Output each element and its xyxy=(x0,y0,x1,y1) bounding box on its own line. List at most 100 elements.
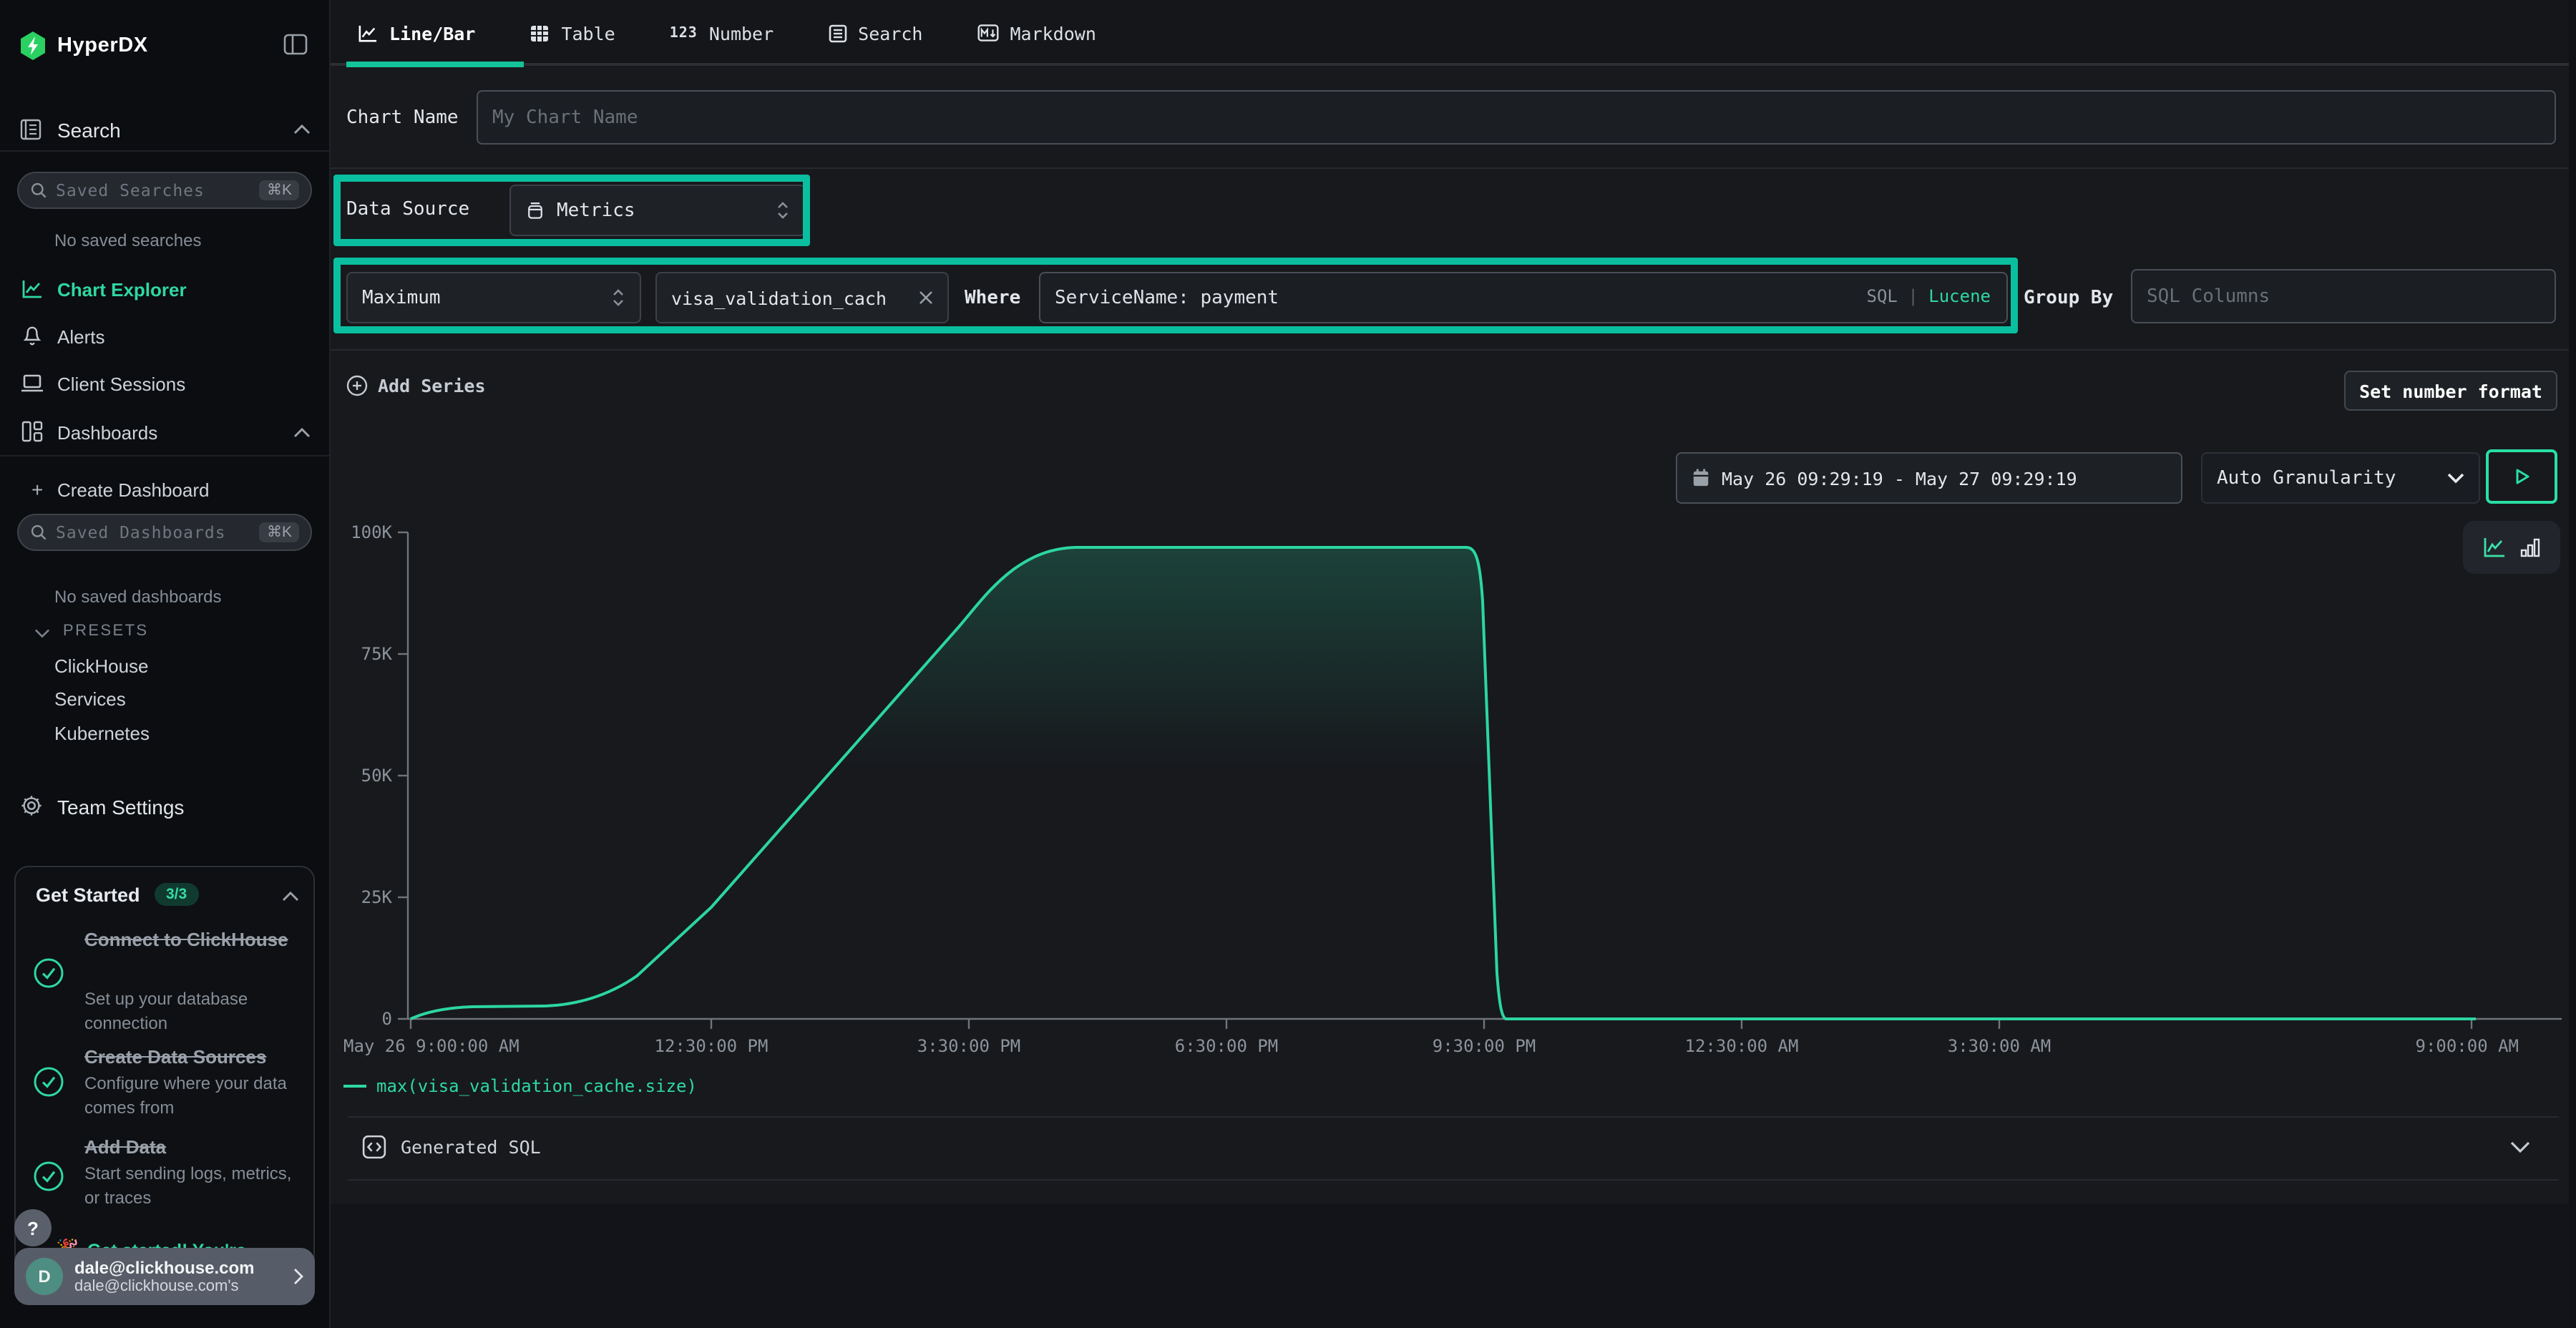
chevron-up-icon[interactable] xyxy=(282,892,299,902)
x-tick-marks xyxy=(411,1019,2472,1029)
aggregation-select[interactable]: Maximum xyxy=(346,272,641,323)
divider xyxy=(348,1179,2559,1181)
divider xyxy=(0,150,329,152)
chevron-down-icon[interactable] xyxy=(34,628,50,638)
sidebar-item-team-settings[interactable]: Team Settings xyxy=(57,796,184,819)
date-range-input[interactable]: May 26 09:29:19 - May 27 09:29:19 xyxy=(1676,452,2182,504)
sql-toggle[interactable]: SQL xyxy=(1867,286,1898,306)
sidebar-item-dashboards[interactable]: Dashboards xyxy=(57,422,157,444)
gear-icon xyxy=(20,794,43,817)
svg-text:9:30:00 PM: 9:30:00 PM xyxy=(1433,1036,1536,1056)
svg-text:50K: 50K xyxy=(361,766,393,786)
sidebar: HyperDX Search Saved Searches ⌘K No save… xyxy=(0,0,331,1328)
dashboards-grid-icon xyxy=(21,421,43,442)
divider xyxy=(329,349,2576,351)
preset-services[interactable]: Services xyxy=(54,688,126,710)
user-menu[interactable]: D dale@clickhouse.com dale@clickhouse.co… xyxy=(14,1248,315,1305)
where-label: Where xyxy=(965,288,1020,309)
plus-icon: + xyxy=(31,478,43,501)
table-icon xyxy=(530,24,550,42)
chevron-up-icon[interactable] xyxy=(293,125,311,135)
get-started-title: Get Started xyxy=(36,884,140,906)
create-dashboard-button[interactable]: Create Dashboard xyxy=(57,479,209,501)
generated-sql-toggle[interactable]: Generated SQL xyxy=(362,1135,541,1159)
generated-sql-label: Generated SQL xyxy=(401,1136,541,1158)
tab-table[interactable]: Table xyxy=(530,22,615,44)
svg-text:100K: 100K xyxy=(351,522,392,542)
document-lines-icon xyxy=(828,24,847,42)
lucene-toggle[interactable]: Lucene xyxy=(1928,286,1991,306)
saved-dashboards-input[interactable]: Saved Dashboards ⌘K xyxy=(17,514,312,551)
active-tab-indicator xyxy=(346,62,524,67)
divider xyxy=(329,167,2576,169)
bell-icon xyxy=(21,325,43,348)
where-input-wrap: SQL | Lucene xyxy=(1039,272,2008,323)
data-source-value: Metrics xyxy=(557,200,635,221)
svg-text:9:00:00 AM: 9:00:00 AM xyxy=(2416,1036,2519,1056)
main-panel: Line/Bar Table 123 Number Search Markdow… xyxy=(329,0,2576,1328)
where-input[interactable] xyxy=(1039,272,2008,323)
presets-header[interactable]: PRESETS xyxy=(63,622,149,640)
granularity-select[interactable]: Auto Granularity xyxy=(2201,452,2480,504)
svg-text:0: 0 xyxy=(382,1009,392,1029)
shortcut-badge: ⌘K xyxy=(260,522,299,542)
chevron-down-icon[interactable] xyxy=(2510,1141,2530,1153)
task-title[interactable]: Add Data xyxy=(84,1132,313,1162)
play-icon xyxy=(2512,467,2531,487)
check-circle-icon xyxy=(33,1161,64,1192)
user-email: dale@clickhouse.com xyxy=(74,1258,282,1278)
metric-tag-label: visa_validation_cach xyxy=(671,287,887,308)
tab-line-bar[interactable]: Line/Bar xyxy=(358,22,475,44)
chart-legend[interactable]: max(visa_validation_cache.size) xyxy=(343,1076,697,1096)
task-title[interactable]: Connect to ClickHouse xyxy=(84,924,302,954)
chart-name-input[interactable] xyxy=(477,90,2556,145)
saved-searches-input[interactable]: Saved Searches ⌘K xyxy=(17,172,312,209)
svg-text:25K: 25K xyxy=(361,887,393,907)
preset-clickhouse[interactable]: ClickHouse xyxy=(54,655,149,677)
tab-number[interactable]: 123 Number xyxy=(670,22,774,44)
task-subtitle: Configure where your data comes from xyxy=(84,1072,302,1119)
metric-tag[interactable]: visa_validation_cach xyxy=(655,272,949,323)
saved-searches-placeholder: Saved Searches xyxy=(56,180,251,200)
tab-markdown[interactable]: Markdown xyxy=(977,22,1096,44)
page-bottom-background xyxy=(329,1204,2576,1328)
x-axis-labels: May 26 9:00:00 AM 12:30:00 PM 3:30:00 PM… xyxy=(343,1036,2519,1056)
group-by-input[interactable] xyxy=(2131,269,2556,323)
calendar-icon xyxy=(1692,468,1710,488)
divider xyxy=(348,1116,2559,1118)
close-icon[interactable] xyxy=(919,290,933,305)
tab-label: Line/Bar xyxy=(389,22,475,44)
aggregation-value: Maximum xyxy=(362,287,441,308)
sidebar-item-client-sessions[interactable]: Client Sessions xyxy=(57,374,185,395)
collapse-sidebar-icon[interactable] xyxy=(283,33,308,56)
help-button[interactable]: ? xyxy=(14,1209,52,1246)
run-query-button[interactable] xyxy=(2486,449,2557,504)
tab-underline xyxy=(329,63,2576,66)
app-title: HyperDX xyxy=(57,34,148,57)
sidebar-item-chart-explorer[interactable]: Chart Explorer xyxy=(57,279,187,301)
preset-kubernetes[interactable]: Kubernetes xyxy=(54,723,150,744)
sidebar-section-search[interactable]: Search xyxy=(57,119,121,142)
add-series-button[interactable]: Add Series xyxy=(346,375,486,396)
svg-text:3:30:00 PM: 3:30:00 PM xyxy=(917,1036,1021,1056)
chevron-up-icon[interactable] xyxy=(293,428,311,438)
set-number-format-button[interactable]: Set number format xyxy=(2344,371,2557,411)
svg-text:May 26 9:00:00 AM: May 26 9:00:00 AM xyxy=(343,1036,519,1056)
check-circle-icon xyxy=(33,957,64,989)
svg-text:12:30:00 AM: 12:30:00 AM xyxy=(1685,1036,1799,1056)
tab-label: Table xyxy=(561,22,615,44)
chart-line-icon xyxy=(21,279,43,299)
y-tick-marks xyxy=(398,532,408,1019)
divider xyxy=(0,455,329,456)
data-source-select[interactable]: Metrics xyxy=(509,185,806,236)
saved-dashboards-placeholder: Saved Dashboards xyxy=(56,522,251,542)
tab-search[interactable]: Search xyxy=(828,22,922,44)
legend-label: max(visa_validation_cache.size) xyxy=(376,1076,697,1096)
chevron-right-icon xyxy=(293,1268,303,1285)
sidebar-item-alerts[interactable]: Alerts xyxy=(57,326,104,348)
task-title[interactable]: Create Data Sources xyxy=(84,1042,313,1072)
timeseries-chart[interactable]: 100K 75K 50K 25K 0 May 26 9:00:00 AM 12:… xyxy=(329,515,2576,1102)
task-subtitle: Set up your database connection xyxy=(84,987,302,1035)
group-by-label: Group By xyxy=(2024,288,2113,309)
line-chart-icon xyxy=(358,24,378,42)
